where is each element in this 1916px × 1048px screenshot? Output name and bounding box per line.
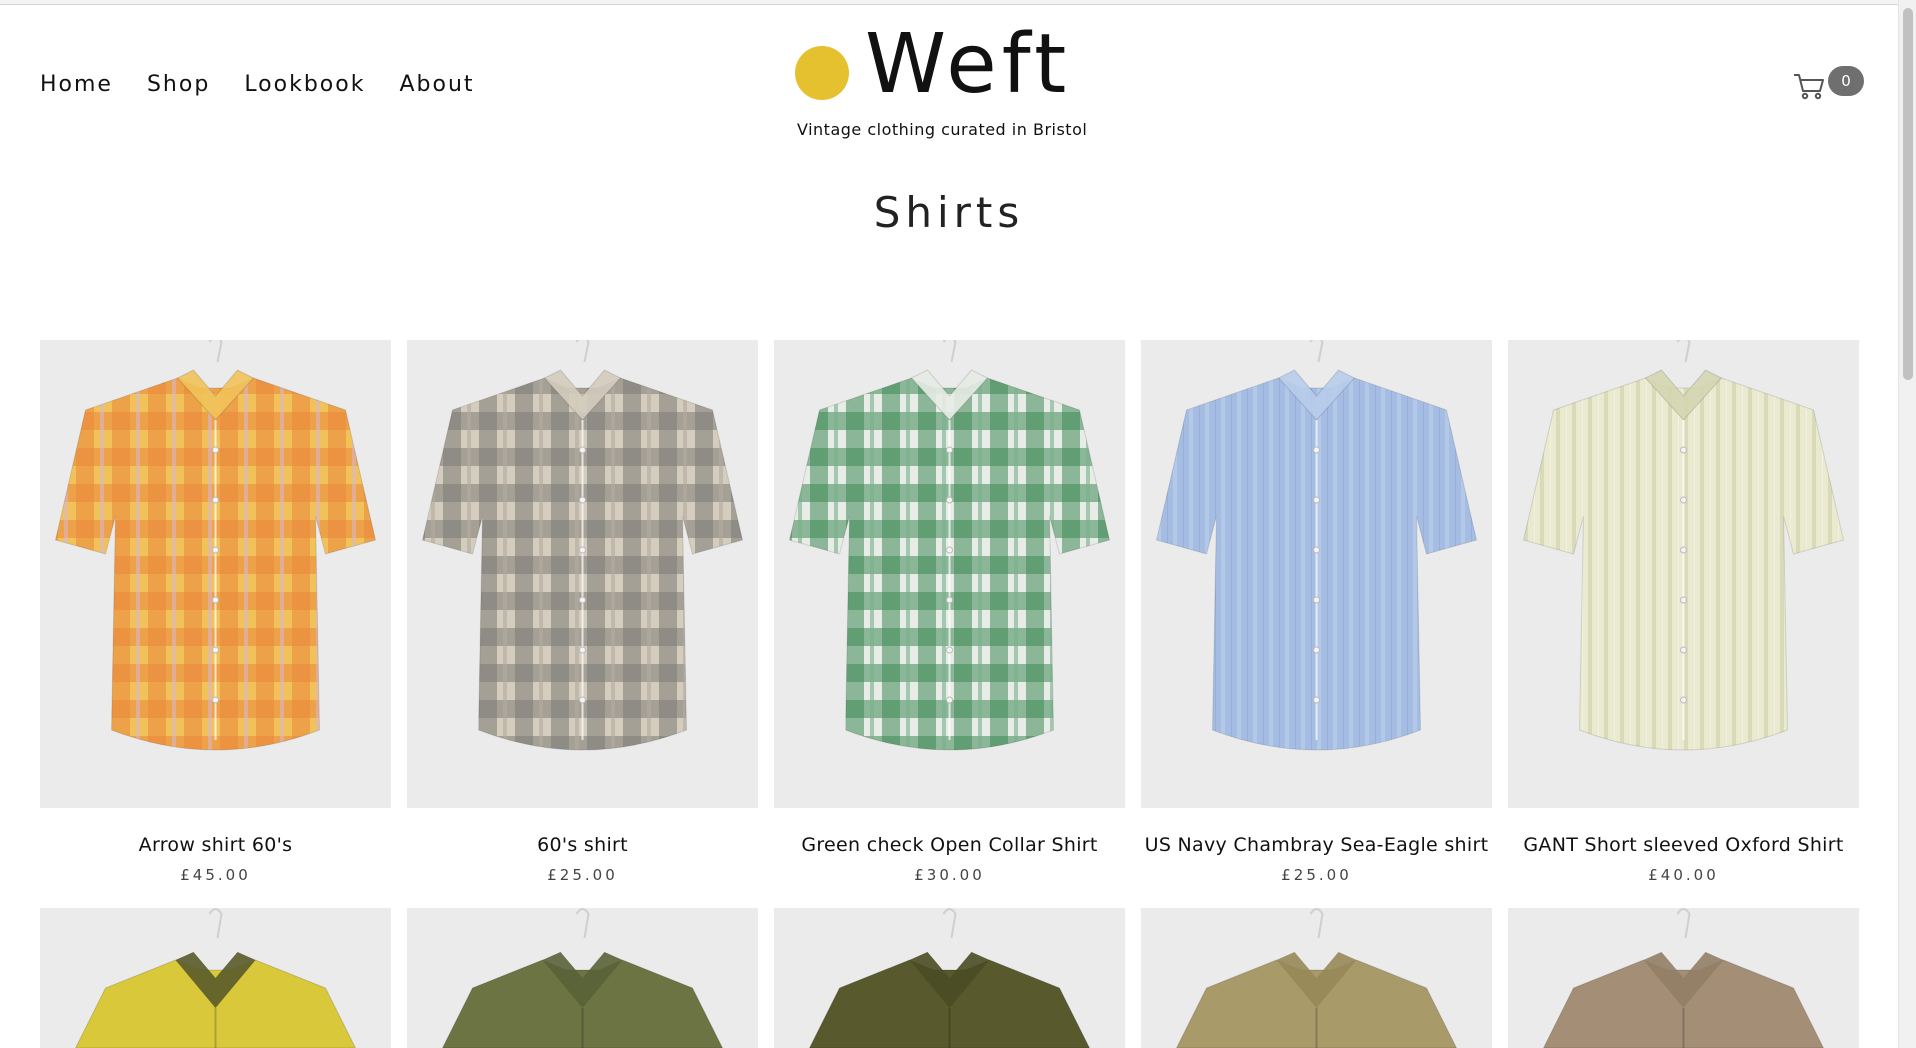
page-title: Shirts [873,188,1025,237]
product-price: £25.00 [547,866,618,884]
product-name[interactable]: 60's shirt [407,834,758,856]
scrollbar[interactable] [1898,0,1916,1048]
product-image[interactable] [1508,908,1859,1048]
product-image[interactable] [774,908,1125,1048]
nav-shop[interactable]: Shop [147,72,210,97]
scrollbar-thumb[interactable] [1903,8,1913,380]
logo-dot [795,46,849,100]
cart-count-badge: 0 [1828,66,1864,96]
product-card[interactable]: 60's shirt £25.00 [407,340,758,884]
product-price: £25.00 [1281,866,1352,884]
nav-home[interactable]: Home [40,72,113,97]
product-grid: Arrow shirt 60's £45.00 60's shirt £25.00 … [40,340,1860,884]
cart-icon [1794,74,1824,100]
product-price: £45.00 [180,866,251,884]
product-image[interactable] [1508,340,1859,808]
cart-button[interactable]: 0 [1793,66,1865,106]
product-image[interactable] [40,340,391,808]
main-nav: Home Shop Lookbook About [40,72,475,97]
product-grid-row-2 [40,908,1859,1048]
product-image[interactable] [774,340,1125,808]
product-image[interactable] [1141,340,1492,808]
logo-wordmark: Weft [865,17,1072,112]
product-image[interactable] [40,908,391,1048]
product-name[interactable]: Arrow shirt 60's [40,834,391,856]
product-card[interactable]: Green check Open Collar Shirt £30.00 [774,340,1125,884]
product-name[interactable]: GANT Short sleeved Oxford Shirt [1508,834,1859,856]
product-card[interactable]: GANT Short sleeved Oxford Shirt £40.00 [1508,340,1859,884]
nav-about[interactable]: About [399,72,474,97]
product-name[interactable]: US Navy Chambray Sea-Eagle shirt [1141,834,1492,856]
site-logo[interactable]: Weft Vintage clothing curated in Bristol [793,17,1093,145]
product-image[interactable] [1141,908,1492,1048]
product-image[interactable] [407,908,758,1048]
product-name[interactable]: Green check Open Collar Shirt [774,834,1125,856]
product-price: £40.00 [1648,866,1719,884]
nav-lookbook[interactable]: Lookbook [244,72,365,97]
product-card[interactable]: US Navy Chambray Sea-Eagle shirt £25.00 [1141,340,1492,884]
logo-tagline: Vintage clothing curated in Bristol [797,120,1088,139]
product-price: £30.00 [914,866,985,884]
top-rule [0,0,1898,5]
product-image[interactable] [407,340,758,808]
product-card[interactable]: Arrow shirt 60's £45.00 [40,340,391,884]
